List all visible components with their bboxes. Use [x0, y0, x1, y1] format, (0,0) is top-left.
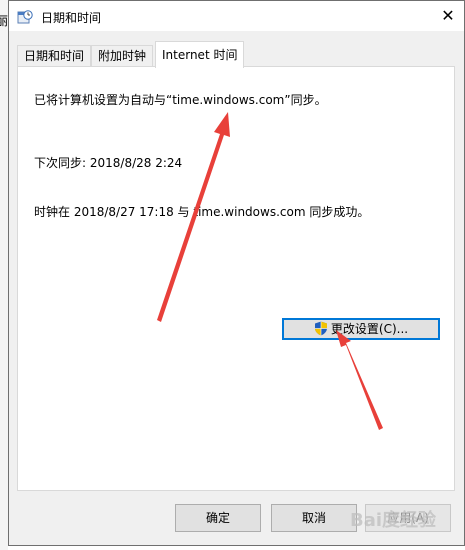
window-title: 日期和时间: [41, 11, 102, 25]
tab-date-time[interactable]: 日期和时间: [17, 45, 92, 67]
apply-label: 应用(A): [387, 511, 429, 525]
tab-internet-time[interactable]: Internet 时间: [155, 41, 245, 68]
internet-time-panel: 已将计算机设置为自动与“time.windows.com”同步。 下次同步: 2…: [17, 66, 455, 491]
title-bar[interactable]: 日期和时间 ✕: [9, 1, 464, 31]
next-sync-text: 下次同步: 2018/8/28 2:24: [34, 156, 183, 170]
close-button[interactable]: ✕: [432, 1, 464, 31]
tab-label: 日期和时间: [24, 49, 85, 63]
apply-button[interactable]: 应用(A): [365, 504, 451, 532]
ok-label: 确定: [205, 511, 230, 525]
last-sync-text: 时钟在 2018/8/27 17:18 与 time.windows.com 同…: [34, 205, 370, 219]
cancel-label: 取消: [301, 511, 326, 525]
screen: 丽 日期和时间 ✕ 日期和时间 附加时钟 Internet 时间 已将计算机设置…: [0, 0, 465, 550]
change-settings-button[interactable]: 更改设置(C)...: [282, 318, 440, 340]
cancel-button[interactable]: 取消: [271, 504, 357, 532]
background-window-edge: 丽: [0, 0, 8, 550]
uac-shield-icon: [314, 321, 327, 336]
tab-label: 附加时钟: [98, 49, 147, 63]
close-icon: ✕: [441, 6, 455, 25]
tab-label: Internet 时间: [162, 48, 238, 62]
change-settings-label: 更改设置(C)...: [330, 322, 409, 336]
background-cut-text: 丽: [0, 14, 9, 28]
sync-setting-text: 已将计算机设置为自动与“time.windows.com”同步。: [34, 93, 327, 107]
datetime-dialog: 日期和时间 ✕ 日期和时间 附加时钟 Internet 时间 已将计算机设置为自…: [8, 0, 465, 546]
datetime-clock-icon: [17, 10, 33, 24]
ok-button[interactable]: 确定: [175, 504, 261, 532]
tab-additional-clocks[interactable]: 附加时钟: [91, 45, 154, 67]
